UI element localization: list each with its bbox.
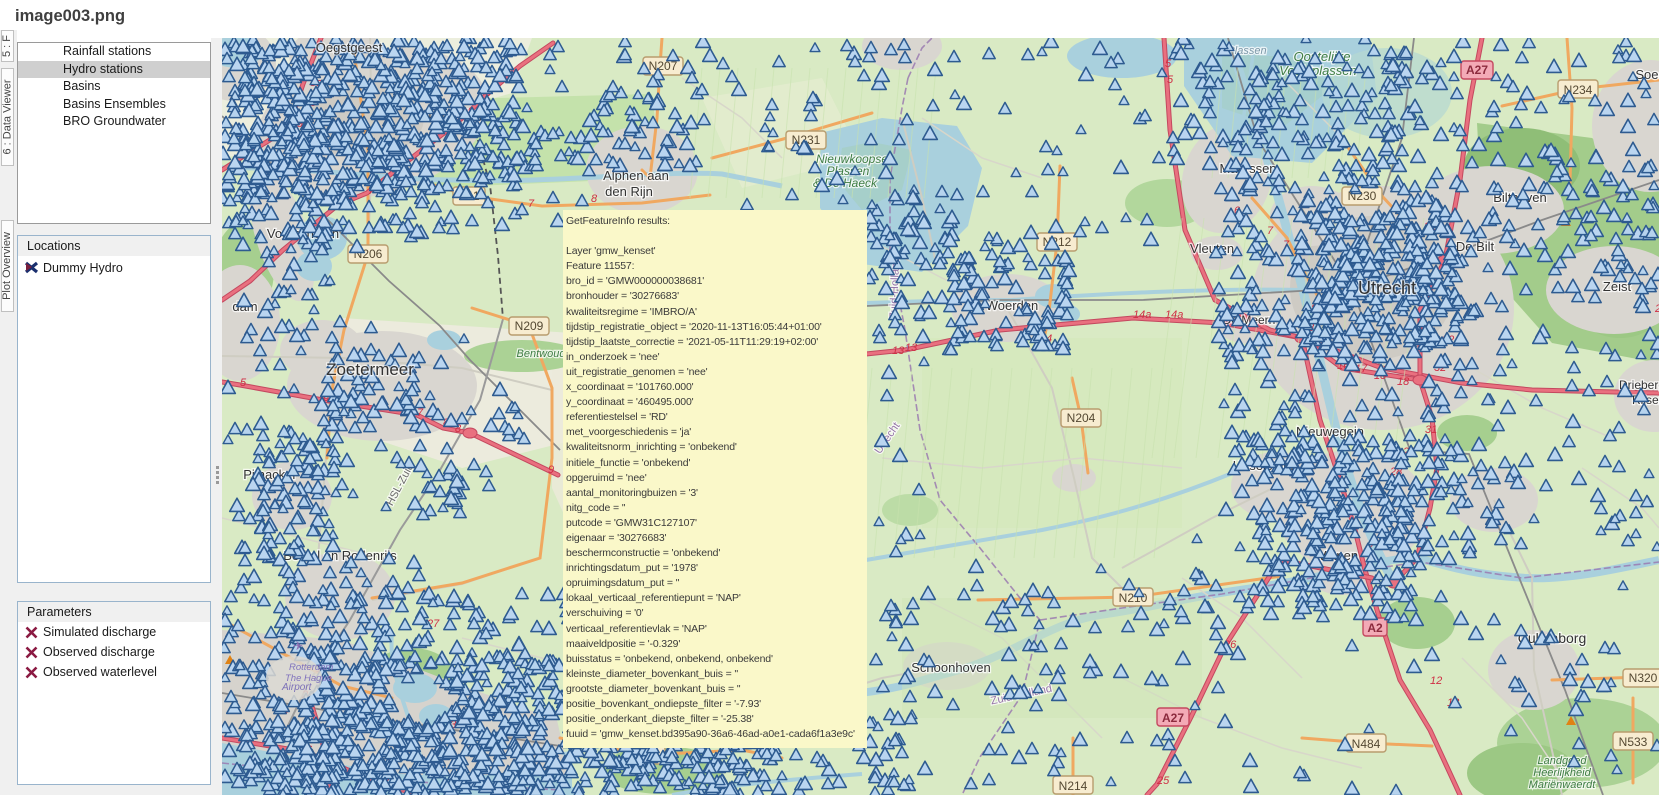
svg-text:13: 13 — [905, 342, 918, 354]
svg-text:25: 25 — [1156, 775, 1170, 787]
svg-text:5: 5 — [1165, 58, 1172, 70]
svg-text:18: 18 — [1397, 376, 1410, 388]
svg-text:2: 2 — [1654, 303, 1659, 315]
svg-text:Soest: Soest — [1635, 67, 1659, 82]
svg-text:31: 31 — [1425, 424, 1437, 436]
svg-text:N209: N209 — [515, 319, 544, 333]
svg-text:Bentwoud: Bentwoud — [517, 348, 567, 360]
svg-text:7: 7 — [528, 198, 535, 210]
svg-text:Utrecht: Utrecht — [1358, 278, 1416, 298]
svg-text:Airport: Airport — [281, 682, 313, 693]
svg-text:N204: N204 — [1067, 411, 1096, 425]
svg-text:A27: A27 — [1466, 63, 1488, 77]
svg-text:12: 12 — [1430, 675, 1442, 687]
svg-text:5: 5 — [240, 377, 247, 389]
svg-text:14a: 14a — [1133, 309, 1151, 321]
svg-text:13: 13 — [892, 345, 905, 357]
svg-text:5: 5 — [1167, 74, 1174, 86]
svg-text:7: 7 — [1267, 225, 1274, 237]
svg-text:Zoetermeer: Zoetermeer — [326, 360, 414, 379]
svg-text:A27: A27 — [1162, 711, 1184, 725]
svg-text:N210: N210 — [1119, 591, 1148, 605]
svg-text:Oegstgeest: Oegstgeest — [316, 40, 383, 55]
svg-text:N214: N214 — [1059, 779, 1088, 793]
svg-text:9: 9 — [548, 464, 554, 476]
svg-text:14a: 14a — [1165, 309, 1183, 321]
svg-text:Heerlijkheid: Heerlijkheid — [1533, 767, 1591, 779]
svg-text:N320: N320 — [1629, 671, 1658, 685]
svg-text:N533: N533 — [1619, 735, 1648, 749]
svg-text:✈: ✈ — [293, 639, 303, 653]
svg-text:den Rijn: den Rijn — [605, 184, 653, 199]
svg-text:N484: N484 — [1352, 737, 1381, 751]
svg-text:8: 8 — [591, 193, 598, 205]
svg-text:Rotterdam: Rotterdam — [289, 662, 333, 673]
svg-text:Mariënwaerdt: Mariënwaerdt — [1529, 779, 1597, 791]
svg-text:A2: A2 — [1367, 621, 1383, 635]
